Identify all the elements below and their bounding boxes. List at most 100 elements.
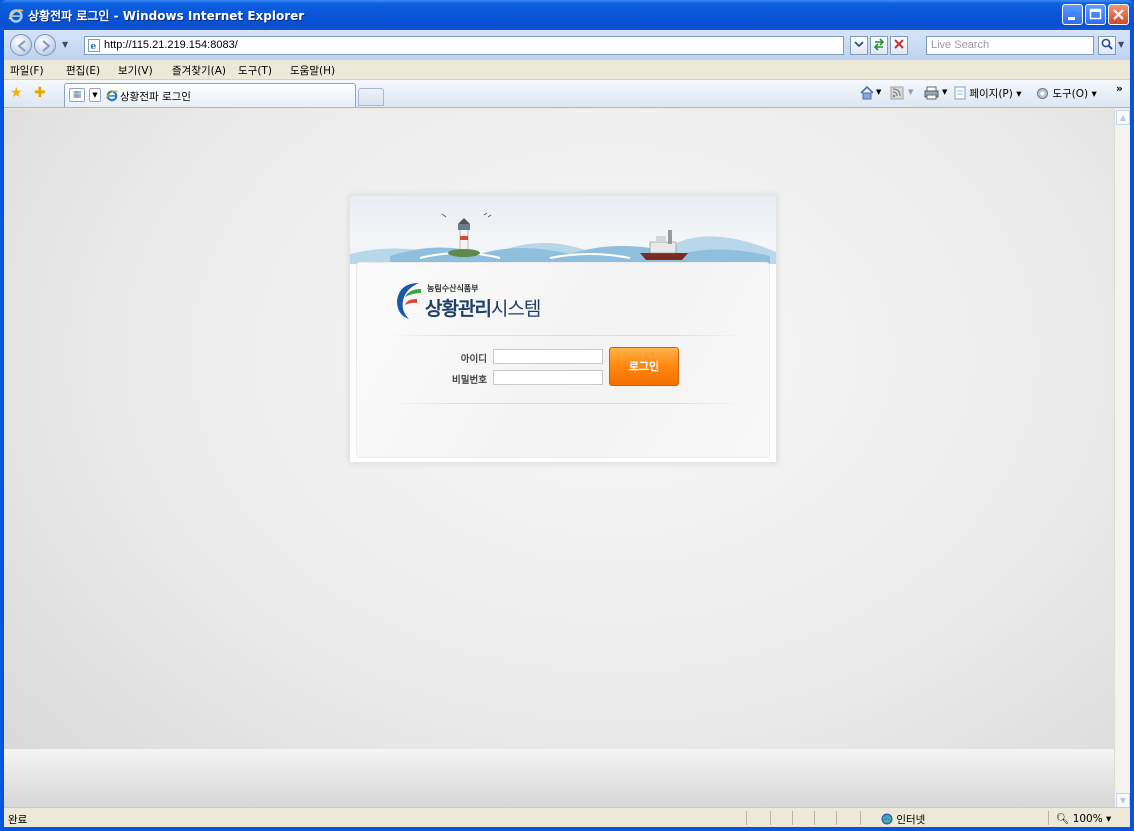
search-input[interactable]: Live Search bbox=[926, 36, 1094, 55]
lighthouse-ship-image bbox=[350, 212, 776, 264]
menu-favorites[interactable]: 즐겨찾기(A) bbox=[172, 63, 226, 78]
stop-button[interactable] bbox=[890, 36, 908, 55]
maximize-icon bbox=[1089, 8, 1102, 20]
refresh-icon bbox=[873, 38, 885, 51]
address-url: http://115.21.219.154:8083/ bbox=[104, 39, 238, 51]
status-separator bbox=[836, 811, 837, 825]
status-text: 완료 bbox=[8, 814, 28, 826]
ministry-name: 농림수산식품부 bbox=[427, 284, 479, 293]
scroll-down-icon[interactable]: ▼ bbox=[1116, 793, 1130, 808]
menu-tools[interactable]: 도구(T) bbox=[238, 63, 272, 78]
address-toolbar: ▼ e http://115.21.219.154:8083/ Live Sea… bbox=[4, 30, 1130, 60]
page-menu-button[interactable]: 페이지(P) ▾ bbox=[954, 86, 1021, 101]
forward-button[interactable] bbox=[34, 34, 56, 56]
window-title: 상황전파 로그인 - Windows Internet Explorer bbox=[28, 9, 305, 23]
search-button[interactable] bbox=[1098, 36, 1116, 55]
refresh-button[interactable] bbox=[870, 36, 888, 55]
home-icon bbox=[860, 85, 874, 100]
search-options-dropdown-icon[interactable]: ▼ bbox=[1118, 40, 1124, 49]
status-separator bbox=[792, 811, 793, 825]
password-input[interactable] bbox=[493, 370, 603, 385]
status-separator bbox=[860, 811, 861, 825]
ie-logo-icon bbox=[8, 9, 24, 23]
tools-menu-button[interactable]: 도구(O) ▾ bbox=[1036, 86, 1097, 101]
add-favorite-icon[interactable]: ✚ bbox=[34, 85, 46, 101]
divider bbox=[387, 403, 747, 404]
address-field[interactable]: e http://115.21.219.154:8083/ bbox=[84, 36, 844, 55]
zoom-level: 100% bbox=[1072, 813, 1103, 825]
status-separator bbox=[770, 811, 771, 825]
svg-text:e: e bbox=[91, 42, 97, 52]
chevron-down-icon bbox=[854, 41, 864, 48]
maximize-button[interactable] bbox=[1085, 4, 1106, 25]
gear-icon bbox=[1037, 88, 1048, 99]
browser-client: ▼ e http://115.21.219.154:8083/ Live Sea… bbox=[4, 30, 1130, 827]
login-panel: 농림수산식품부 상황관리시스템 아이디 비밀번호 로그인 bbox=[356, 262, 770, 458]
banner-illustration bbox=[350, 196, 776, 264]
zoom-magnifier-icon: 🔍︎ bbox=[1056, 813, 1070, 825]
close-button[interactable] bbox=[1108, 4, 1129, 25]
globe-icon bbox=[881, 813, 893, 825]
minimize-icon bbox=[1068, 17, 1075, 20]
chevron-more-icon[interactable]: » bbox=[1116, 83, 1123, 95]
feeds-dropdown-icon[interactable]: ▼ bbox=[908, 88, 913, 96]
rss-feed-icon bbox=[890, 86, 904, 100]
zone-label: 인터넷 bbox=[896, 814, 926, 826]
menu-file[interactable]: 파일(F) bbox=[10, 63, 44, 78]
id-input[interactable] bbox=[493, 349, 603, 364]
history-dropdown-icon[interactable]: ▼ bbox=[62, 40, 68, 49]
new-tab-button[interactable] bbox=[358, 88, 384, 106]
vertical-scrollbar[interactable]: ▲ ▼ bbox=[1114, 109, 1130, 811]
system-title-part2: 시스템 bbox=[490, 298, 541, 320]
system-title: 상황관리시스템 bbox=[425, 294, 541, 321]
minimize-button[interactable] bbox=[1062, 4, 1083, 25]
scroll-up-icon[interactable]: ▲ bbox=[1116, 110, 1130, 125]
menu-edit[interactable]: 편집(E) bbox=[66, 63, 100, 78]
title-bar[interactable]: 상황전파 로그인 - Windows Internet Explorer bbox=[0, 0, 1134, 30]
tab-list-dropdown-icon[interactable]: ▼ bbox=[89, 88, 101, 102]
zoom-control[interactable]: 🔍︎ 100% ▾ bbox=[1056, 812, 1111, 825]
search-icon bbox=[1101, 38, 1113, 50]
password-label: 비밀번호 bbox=[452, 375, 487, 386]
back-button[interactable] bbox=[10, 34, 32, 56]
login-button[interactable]: 로그인 bbox=[609, 347, 679, 386]
menu-help[interactable]: 도움말(H) bbox=[290, 63, 335, 78]
ie-page-icon bbox=[105, 90, 119, 102]
print-button[interactable] bbox=[924, 86, 939, 103]
menu-bar: 파일(F) 편집(E) 보기(V) 즐겨찾기(A) 도구(T) 도움말(H) bbox=[4, 60, 1130, 80]
status-separator bbox=[746, 811, 747, 825]
tab-active[interactable]: ▦ ▼ 상황전파 로그인 bbox=[64, 83, 356, 107]
system-title-part1: 상황관리 bbox=[425, 298, 492, 320]
tab-label: 상황전파 로그인 bbox=[120, 91, 191, 103]
page-menu-icon bbox=[954, 86, 966, 100]
footer-band bbox=[4, 749, 1114, 811]
divider bbox=[387, 335, 747, 336]
status-bar: 완료 인터넷 🔍︎ 100% ▾ bbox=[4, 807, 1130, 827]
address-dropdown-button[interactable] bbox=[850, 36, 868, 55]
status-separator bbox=[1048, 811, 1049, 825]
back-arrow-icon bbox=[17, 40, 26, 52]
page-menu-label: 페이지(P) bbox=[969, 88, 1013, 100]
tools-menu-label: 도구(O) bbox=[1052, 88, 1089, 100]
login-card: 농림수산식품부 상황관리시스템 아이디 비밀번호 로그인 bbox=[349, 195, 777, 463]
id-label: 아이디 bbox=[460, 354, 487, 365]
browser-window: 상황전파 로그인 - Windows Internet Explorer ▼ e bbox=[0, 0, 1134, 831]
printer-icon bbox=[924, 86, 939, 100]
status-separator bbox=[814, 811, 815, 825]
forward-arrow-icon bbox=[42, 40, 51, 52]
home-dropdown-icon[interactable]: ▼ bbox=[876, 88, 881, 96]
home-button[interactable] bbox=[860, 85, 874, 103]
tab-toolbar: ★ ✚ ▦ ▼ 상황전파 로그인 ▼ ▼ ▼ 페이지(P) ▾ 도구(O) ▾ … bbox=[4, 80, 1130, 108]
print-dropdown-icon[interactable]: ▼ bbox=[942, 88, 947, 96]
feeds-button[interactable] bbox=[890, 86, 904, 103]
search-placeholder: Live Search bbox=[931, 39, 990, 51]
ministry-logo-icon bbox=[397, 283, 421, 319]
security-zone[interactable]: 인터넷 bbox=[881, 812, 925, 827]
page-icon: e bbox=[88, 39, 100, 52]
page-viewport: 농림수산식품부 상황관리시스템 아이디 비밀번호 로그인 bbox=[4, 109, 1114, 811]
close-icon bbox=[1113, 9, 1124, 20]
favorites-center-icon[interactable]: ★ bbox=[10, 85, 23, 101]
menu-view[interactable]: 보기(V) bbox=[118, 63, 153, 78]
quick-tabs-icon[interactable]: ▦ bbox=[69, 88, 85, 102]
stop-x-icon bbox=[894, 39, 904, 49]
